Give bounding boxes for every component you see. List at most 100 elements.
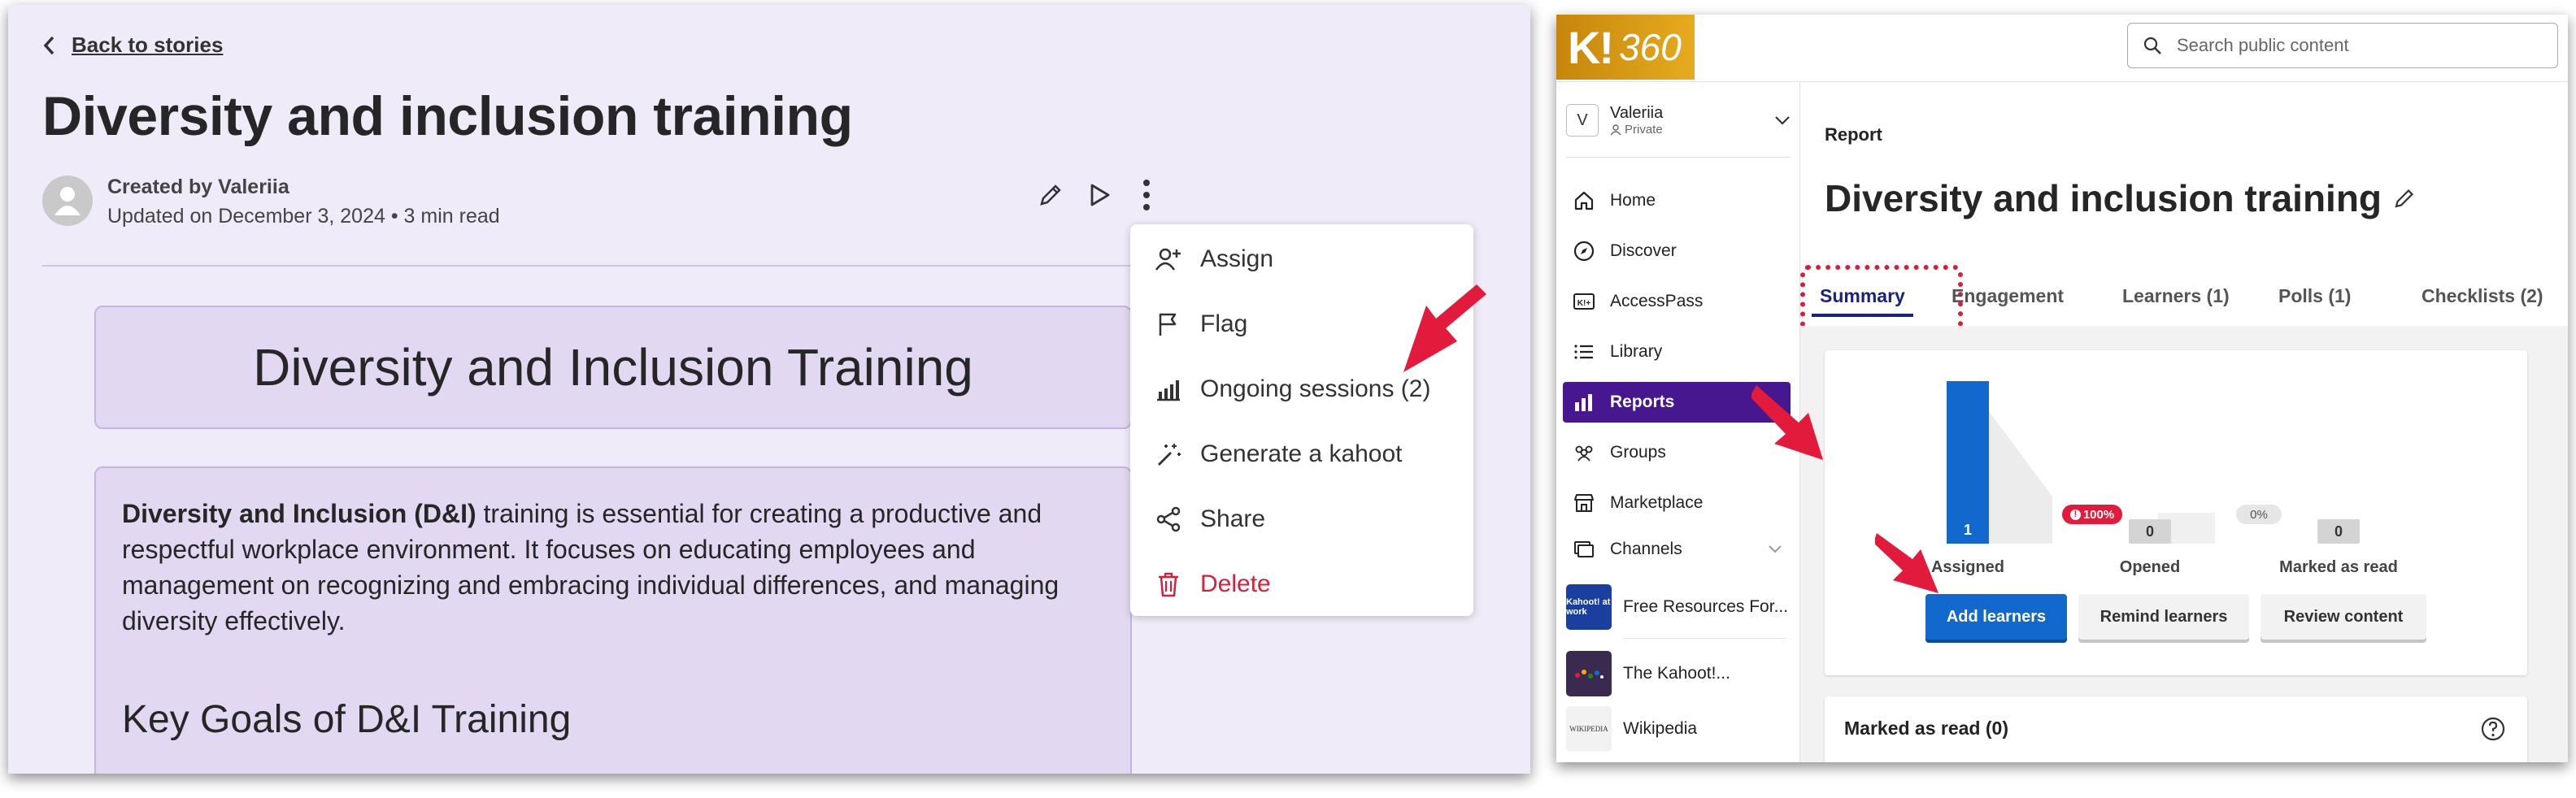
sidebar-item-label: Home [1610, 191, 1656, 210]
menu-item-label: Ongoing sessions (2) [1200, 375, 1431, 402]
k360-logo[interactable]: K! 360 [1556, 15, 1695, 80]
marked-read-heading: Marked as read (0) [1844, 718, 2008, 739]
doc-subheading: Key Goals of D&I Training [122, 698, 572, 741]
kahoot-report-panel: K! 360 Search public content V Valeriia … [1556, 15, 2568, 762]
tab-polls[interactable]: Polls (1) [2278, 285, 2351, 307]
resource-label: The Kahoot!... [1623, 664, 1730, 683]
home-icon [1574, 191, 1594, 210]
sidebar-divider [1566, 157, 1791, 158]
chevron-left-icon [43, 36, 54, 54]
sidebar-item-home[interactable]: Home [1563, 180, 1791, 221]
annotation-arrow [1875, 533, 1939, 593]
sidebar-item-label: Library [1610, 342, 1663, 361]
search-placeholder: Search public content [2177, 35, 2349, 55]
resource-label: Free Resources For... [1623, 597, 1789, 616]
summary-card: 1 0 0 ! 100% 0% Assigned Opened Marked a… [1825, 350, 2527, 675]
account-switcher[interactable]: V Valeriia Private [1566, 100, 1791, 141]
chevron-down-icon [1775, 116, 1790, 125]
edit-button[interactable] [1034, 179, 1067, 211]
menu-item-label: Assign [1200, 245, 1274, 272]
store-icon [1574, 494, 1594, 512]
menu-item-delete[interactable]: Delete [1155, 570, 1271, 598]
funnel-bar-marked-read: 0 [2317, 519, 2360, 544]
doc-heading-block: Diversity and Inclusion Training [94, 306, 1132, 429]
flag-icon [1159, 313, 1177, 336]
trash-icon [1159, 572, 1178, 597]
alert-icon: ! [2069, 509, 2081, 520]
svg-text:K!+: K!+ [1577, 299, 1591, 308]
sidebar-item-label: Discover [1610, 241, 1677, 260]
paragraph-bold: Diversity and Inclusion (D&I) [122, 499, 476, 528]
marked-read-card: Marked as read (0) [1825, 696, 2527, 762]
resource-divider [1623, 638, 1786, 639]
updated-label: Updated on December 3, 2024 • 3 min read [107, 205, 500, 228]
menu-item-label: Delete [1200, 570, 1271, 597]
tab-learners[interactable]: Learners (1) [2122, 285, 2230, 307]
story-panel: Back to stories Diversity and inclusion … [8, 5, 1530, 774]
menu-item-share[interactable]: Share [1155, 505, 1265, 533]
pencil-icon[interactable] [2393, 187, 2416, 210]
menu-item-ongoing-sessions[interactable]: Ongoing sessions (2) [1155, 375, 1430, 403]
menu-item-flag[interactable]: Flag [1155, 310, 1247, 338]
sidebar-item-label: Marketplace [1610, 493, 1704, 512]
add-learners-button[interactable]: Add learners [1925, 594, 2067, 640]
logo-k: K! [1568, 21, 1614, 73]
report-tabs: Summary Engagement Learners (1) Polls (1… [1800, 265, 2568, 343]
resource-item-free-resources[interactable]: Kahoot! at work Free Resources For... [1566, 584, 1788, 630]
sidebar-item-label: Groups [1610, 443, 1666, 462]
help-icon[interactable] [2480, 716, 2506, 742]
review-content-button[interactable]: Review content [2261, 594, 2426, 640]
page-title: Diversity and inclusion training [42, 85, 853, 147]
bar-chart-icon [1157, 380, 1180, 401]
funnel-label-opened: Opened [2119, 558, 2181, 576]
menu-item-generate-kahoot[interactable]: Generate a kahoot [1155, 440, 1403, 468]
funnel-bar-opened: 0 [2129, 519, 2171, 544]
resource-item-kahoot[interactable]: The Kahoot!... [1566, 651, 1730, 696]
sidebar-item-accesspass[interactable]: K!+ AccessPass [1563, 281, 1791, 322]
avatar [42, 176, 93, 226]
report-title: Diversity and inclusion training [1825, 176, 2416, 220]
chevron-down-icon [1769, 545, 1782, 553]
divider [42, 265, 1181, 267]
account-initial: V [1566, 104, 1599, 137]
more-options-button[interactable] [1132, 176, 1161, 215]
menu-item-assign[interactable]: Assign [1155, 245, 1273, 273]
sidebar-item-marketplace[interactable]: Marketplace [1563, 483, 1791, 523]
reports-icon [1575, 394, 1592, 411]
share-icon [1156, 506, 1181, 532]
pencil-icon [1040, 184, 1061, 206]
sidebar-item-discover[interactable]: Discover [1563, 231, 1791, 271]
person-small-icon [1610, 124, 1621, 135]
sidebar-item-label: Reports [1610, 392, 1675, 411]
list-icon [1574, 345, 1593, 359]
sidebar-item-channels[interactable]: Channels [1563, 529, 1791, 570]
menu-item-label: Generate a kahoot [1200, 440, 1403, 467]
kebab-icon [1143, 180, 1150, 210]
compass-icon [1573, 241, 1595, 262]
tab-summary[interactable]: Summary [1812, 285, 1913, 317]
menu-item-label: Share [1200, 505, 1266, 532]
tab-engagement[interactable]: Engagement [1952, 285, 2064, 307]
resource-thumb: Kahoot! at work [1566, 584, 1612, 630]
funnel-bar-assigned: 1 [1947, 381, 1989, 544]
annotation-arrow [1751, 385, 1823, 460]
person-icon [54, 187, 80, 215]
resource-item-wikipedia[interactable]: WIKIPEDIA Wikipedia [1566, 706, 1697, 752]
report-title-text: Diversity and inclusion training [1825, 177, 2382, 219]
dropoff-badge-1: ! 100% [2062, 505, 2122, 524]
play-button[interactable] [1083, 179, 1116, 211]
author-label: Created by Valeriia [107, 176, 289, 198]
sidebar-item-library[interactable]: Library [1563, 332, 1791, 372]
sidebar-item-label: AccessPass [1610, 292, 1704, 310]
back-to-stories-link[interactable]: Back to stories [42, 33, 223, 58]
funnel-label-marked-read: Marked as read [2279, 558, 2398, 576]
groups-icon [1575, 445, 1593, 462]
remind-learners-button[interactable]: Remind learners [2078, 594, 2249, 640]
tab-checklists[interactable]: Checklists (2) [2422, 285, 2543, 307]
accesspass-icon: K!+ [1573, 293, 1595, 310]
resource-label: Wikipedia [1623, 719, 1698, 738]
channel-art-icon [1575, 670, 1603, 679]
channels-icon [1574, 541, 1594, 557]
search-input[interactable]: Search public content [2127, 23, 2558, 68]
account-name: Valeriia [1610, 104, 1664, 122]
